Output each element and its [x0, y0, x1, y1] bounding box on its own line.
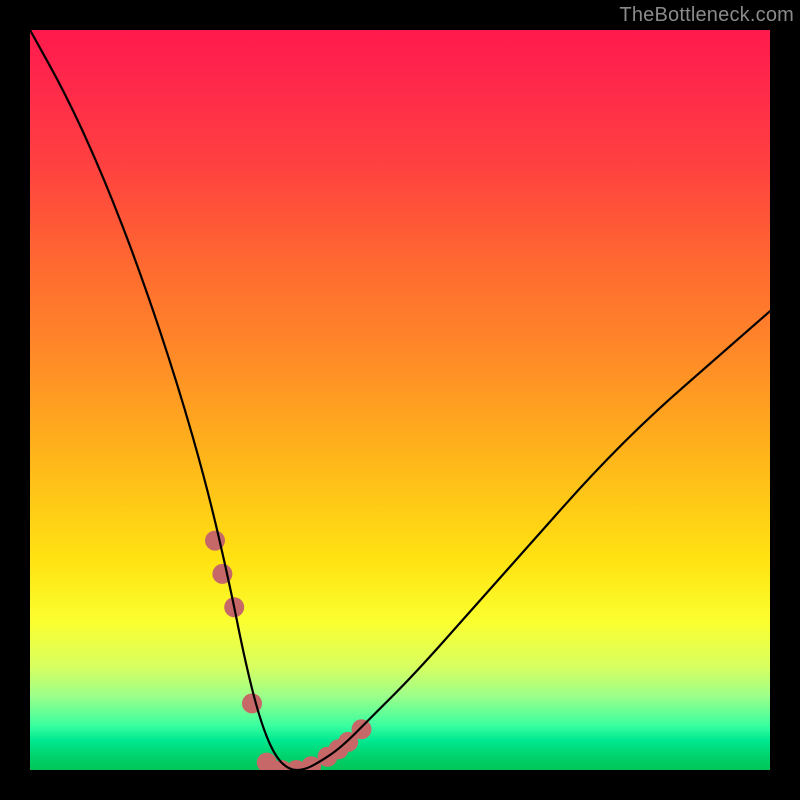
marker-dot	[352, 719, 372, 739]
watermark-text: TheBottleneck.com	[619, 4, 794, 27]
outer-frame: TheBottleneck.com	[0, 0, 800, 800]
plot-area	[30, 30, 770, 770]
bottleneck-curve	[30, 30, 770, 770]
markers-layer	[205, 531, 372, 770]
curve-svg	[30, 30, 770, 770]
